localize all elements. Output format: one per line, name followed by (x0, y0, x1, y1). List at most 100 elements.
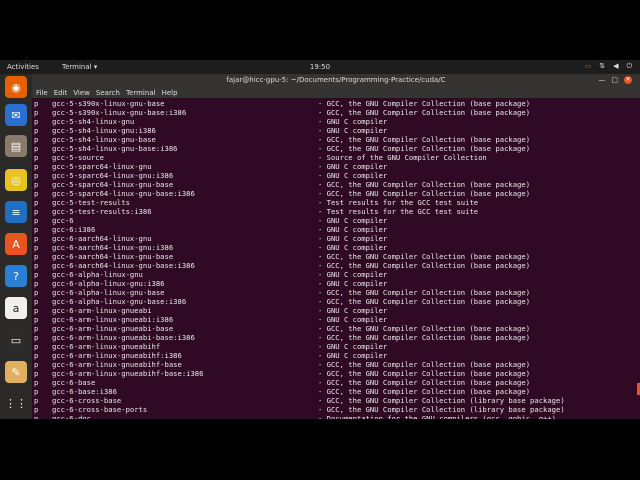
package-name: gcc-6-alpha-linux-gnu-base (52, 288, 165, 297)
terminal-line: p gcc-6-arm-linux-gnueabi-base - GCC, the … (32, 324, 632, 333)
window-titlebar[interactable]: fajar@hicc-gpu-5: ~/Documents/Programmin… (32, 74, 640, 98)
terminal-line: p gcc-6-aarch64-linux-gnu - GNU C compiler (32, 234, 632, 243)
terminal-line: p gcc-5-test-results - Test results for th… (32, 198, 632, 207)
terminal-line: p gcc-6:i386 - GNU C compiler (32, 225, 632, 234)
terminal-line: p gcc-5-sh4-linux-gnu-base:i386 - GCC, the… (32, 144, 632, 153)
package-state: p (34, 288, 39, 297)
package-description: - GNU C compiler (318, 306, 388, 315)
package-description: - GCC, the GNU Compiler Collection (base… (318, 180, 531, 189)
amazon-icon[interactable]: a (5, 297, 27, 319)
package-description: - GNU C compiler (318, 171, 388, 180)
package-state: p (34, 333, 39, 342)
terminal-line: p gcc-6-doc - Documentation for the GNU co… (32, 414, 632, 419)
package-description: - GCC, the GNU Compiler Collection (base… (318, 108, 531, 117)
package-name: gcc-5-sh4-linux-gnu-base:i386 (52, 144, 178, 153)
package-state: p (34, 279, 39, 288)
package-description: - GCC, the GNU Compiler Collection (base… (318, 144, 531, 153)
window-controls: — □ ✕ (598, 76, 632, 84)
menu-item-search[interactable]: Search (96, 89, 120, 97)
menu-item-file[interactable]: File (36, 89, 48, 97)
package-description: - Documentation for the GNU compilers (g… (318, 414, 556, 419)
package-state: p (34, 126, 39, 135)
package-state: p (34, 153, 39, 162)
package-state: p (34, 261, 39, 270)
package-name: gcc-5-sh4-linux-gnu:i386 (52, 126, 156, 135)
firefox-icon[interactable]: ◉ (5, 76, 27, 98)
package-state: p (34, 414, 39, 419)
menu-item-terminal[interactable]: Terminal (126, 89, 156, 97)
package-name: gcc-6-base:i386 (52, 387, 117, 396)
terminal-line: p gcc-6-alpha-linux-gnu-base:i386 - GCC, t… (32, 297, 632, 306)
show-apps-icon[interactable]: ⋮⋮ (5, 392, 27, 414)
text-editor-icon[interactable]: ✎ (5, 361, 27, 383)
network-icon[interactable]: ⇅ (599, 62, 605, 71)
package-name: gcc-5-test-results:i386 (52, 207, 152, 216)
package-state: p (34, 162, 39, 171)
package-description: - GNU C compiler (318, 279, 388, 288)
menu-item-edit[interactable]: Edit (54, 89, 68, 97)
power-icon[interactable]: ⏻ (626, 62, 632, 71)
package-name: gcc-6-aarch64-linux-gnu (52, 234, 152, 243)
package-description: - GCC, the GNU Compiler Collection (base… (318, 189, 531, 198)
package-state: p (34, 198, 39, 207)
terminal-line: p gcc-6-arm-linux-gnueabihf-base - GCC, th… (32, 360, 632, 369)
package-description: - GCC, the GNU Compiler Collection (base… (318, 387, 531, 396)
package-description: - GNU C compiler (318, 315, 388, 324)
package-name: gcc-6-arm-linux-gnueabihf (52, 342, 161, 351)
package-state: p (34, 360, 39, 369)
package-state: p (34, 369, 39, 378)
package-description: - GNU C compiler (318, 117, 388, 126)
clock[interactable]: 19:50 (0, 63, 640, 71)
rhythmbox-icon[interactable]: ◎ (5, 169, 27, 191)
terminal-output[interactable]: p gcc-5-s390x-linux-gnu-base - GCC, the GN… (32, 98, 640, 419)
package-state: p (34, 297, 39, 306)
package-state: p (34, 108, 39, 117)
package-state: p (34, 144, 39, 153)
package-state: p (34, 180, 39, 189)
terminal-icon[interactable]: ▭ (5, 329, 27, 351)
package-name: gcc-6-cross-base-ports (52, 405, 148, 414)
terminal-line: p gcc-5-sparc64-linux-gnu - GNU C compiler (32, 162, 632, 171)
package-description: - GCC, the GNU Compiler Collection (base… (318, 297, 531, 306)
package-state: p (34, 99, 39, 108)
terminal-line: p gcc-6-arm-linux-gnueabi - GNU C compiler (32, 306, 632, 315)
package-description: - GNU C compiler (318, 351, 388, 360)
package-state: p (34, 117, 39, 126)
package-name: gcc-6 (52, 216, 74, 225)
close-icon[interactable]: ✕ (624, 76, 632, 84)
maximize-icon[interactable]: □ (611, 76, 618, 84)
terminal-line: p gcc-5-sh4-linux-gnu - GNU C compiler (32, 117, 632, 126)
dock: ◉ ✉ ▤ ◎ ≡ A? a ▭ ✎ ⋮⋮ (0, 74, 32, 419)
software-center-icon[interactable]: A (5, 233, 27, 255)
package-name: gcc-6-arm-linux-gnueabi-base (52, 324, 174, 333)
package-state: p (34, 243, 39, 252)
package-name: gcc-5-sparc64-linux-gnu (52, 162, 152, 171)
package-name: gcc-6-arm-linux-gnueabihf-base (52, 360, 182, 369)
package-description: - GCC, the GNU Compiler Collection (base… (318, 360, 531, 369)
terminal-line: p gcc-6-aarch64-linux-gnu-base:i386 - GCC,… (32, 261, 632, 270)
terminal-line: p gcc-6-arm-linux-gnueabihf - GNU C compil… (32, 342, 632, 351)
package-description: - GCC, the GNU Compiler Collection (base… (318, 324, 531, 333)
menu-bar: File Edit View Search Terminal Help (36, 89, 178, 97)
package-description: - GCC, the GNU Compiler Collection (base… (318, 369, 531, 378)
package-state: p (34, 207, 39, 216)
top-bar: Activities Terminal ▾ 19:50 ▭ ⇅ ◀ ⏻ (0, 60, 640, 74)
package-description: - GCC, the GNU Compiler Collection (base… (318, 378, 531, 387)
terminal-line: p gcc-6-arm-linux-gnueabi:i386 - GNU C com… (32, 315, 632, 324)
files-icon[interactable]: ▤ (5, 135, 27, 157)
minimize-icon[interactable]: — (598, 76, 605, 84)
window-title: fajar@hicc-gpu-5: ~/Documents/Programmin… (226, 76, 446, 84)
volume-icon[interactable]: ◀ (613, 62, 618, 71)
menu-item-help[interactable]: Help (162, 89, 178, 97)
terminal-line: p gcc-6-arm-linux-gnueabi-base:i386 - GCC,… (32, 333, 632, 342)
system-tray[interactable]: ▭ ⇅ ◀ ⏻ (585, 62, 632, 71)
package-state: p (34, 378, 39, 387)
package-description: - GNU C compiler (318, 243, 388, 252)
record-icon[interactable]: ▭ (585, 62, 592, 71)
help-icon[interactable]: ? (5, 265, 27, 287)
package-name: gcc-6-alpha-linux-gnu (52, 270, 143, 279)
writer-icon[interactable]: ≡ (5, 201, 27, 223)
terminal-line: p gcc-6-arm-linux-gnueabihf-base:i386 - GC… (32, 369, 632, 378)
menu-item-view[interactable]: View (73, 89, 90, 97)
thunderbird-icon[interactable]: ✉ (5, 104, 27, 126)
